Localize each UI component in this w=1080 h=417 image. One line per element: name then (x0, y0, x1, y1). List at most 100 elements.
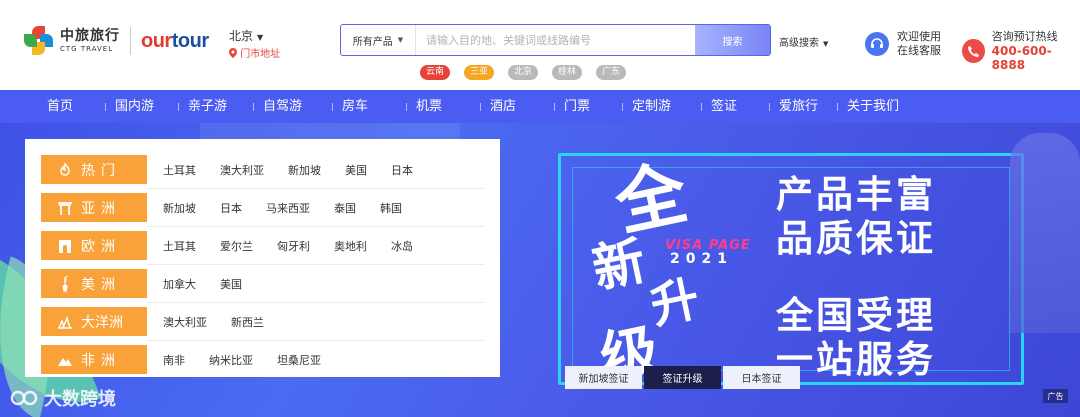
nav-item[interactable]: 国内游 (115, 90, 154, 123)
nav-item[interactable]: 房车 (342, 90, 368, 123)
hot-tag[interactable]: 云南 (420, 65, 451, 80)
country-link[interactable]: 美国 (220, 276, 242, 292)
nav-item[interactable]: 签证 (711, 90, 737, 123)
country-link[interactable]: 新西兰 (231, 314, 264, 330)
slogan-line3: 全国受理 (776, 294, 936, 337)
region-label: 亚洲 (81, 200, 121, 217)
nav-item[interactable]: 机票 (416, 90, 442, 123)
search-button[interactable]: 搜索 (695, 25, 770, 55)
caret-down-icon: ▼ (397, 36, 404, 44)
hot-tag[interactable]: 三亚 (464, 65, 495, 80)
country-list: 加拿大 美国 (163, 276, 266, 292)
online-service[interactable]: 欢迎使用 在线客服 (865, 30, 941, 58)
search-category-select[interactable]: 所有产品 ▼ (341, 25, 416, 55)
region-label: 热门 (81, 162, 121, 179)
nav-divider (253, 103, 254, 111)
country-link[interactable]: 韩国 (380, 200, 402, 216)
site-logo[interactable]: 中旅旅行 CTG TRAVEL ourtour (24, 26, 209, 56)
country-link[interactable]: 南非 (163, 352, 185, 368)
banner-tab[interactable]: 签证升级 (644, 366, 721, 389)
row-divider (147, 226, 484, 227)
country-link[interactable]: 土耳其 (163, 238, 196, 254)
logo-brand-b: tour (171, 29, 209, 52)
city-selector[interactable]: 北京 ▼ (229, 27, 263, 44)
nav-item[interactable]: 自驾游 (263, 90, 302, 123)
city-label: 北京 (229, 29, 254, 43)
visa-region-row: 亚洲 新加坡 日本 马来西亚 泰国 韩国 (41, 193, 426, 222)
hotline-label: 咨询预订热线 (991, 30, 1058, 43)
nav-divider (701, 103, 702, 111)
country-list: 澳大利亚 新西兰 (163, 314, 288, 330)
hero-banner: 热门 土耳其 澳大利亚 新加坡 美国 日本 亚洲 新加坡 日本 马来西亚 泰国 韩国 欧洲 土耳其 爱尔兰匈… (0, 123, 1080, 417)
promo-year: 2021 (670, 251, 733, 267)
hot-tag[interactable]: 广东 (596, 65, 627, 80)
visa-region-panel: 热门 土耳其 澳大利亚 新加坡 美国 日本 亚洲 新加坡 日本 马来西亚 泰国 韩国 欧洲 土耳其 爱尔兰匈… (25, 139, 500, 377)
country-link[interactable]: 马来西亚 (266, 200, 310, 216)
country-link[interactable]: 爱尔兰 (220, 238, 253, 254)
service-line1: 欢迎使用 (897, 30, 941, 43)
search-input[interactable] (416, 25, 695, 55)
caret-down-icon: ▼ (257, 33, 264, 42)
country-link[interactable]: 纳米比亚 (209, 352, 253, 368)
country-link[interactable]: 泰国 (334, 200, 356, 216)
country-link[interactable]: 新加坡 (288, 162, 321, 178)
nav-divider (406, 103, 407, 111)
nav-item[interactable]: 酒店 (490, 90, 516, 123)
region-tag[interactable]: 热门 (41, 155, 147, 184)
hot-tag[interactable]: 北京 (508, 65, 539, 80)
country-link[interactable]: 日本 (220, 200, 242, 216)
ctg-logo-icon (24, 26, 54, 56)
region-label: 美洲 (81, 276, 121, 293)
advanced-search-label: 高级搜索 (779, 38, 819, 49)
country-link[interactable]: 匈牙利 (277, 238, 310, 254)
ad-badge: 广告 (1043, 389, 1068, 403)
country-link[interactable]: 澳大利亚 (163, 314, 207, 330)
region-tag[interactable]: 欧洲 (41, 231, 147, 260)
watermark-logo-icon (10, 390, 38, 406)
hotline-number: 400-600-8888 (991, 44, 1052, 72)
nav-divider (105, 103, 106, 111)
search-category-label: 所有产品 (352, 36, 393, 48)
nav-item[interactable]: 首页 (47, 90, 73, 123)
country-link[interactable]: 加拿大 (163, 276, 196, 292)
slogan-line1: 产品丰富 (776, 173, 936, 216)
country-link[interactable]: 日本 (391, 162, 413, 178)
banner-tabs: 新加坡签证 签证升级 日本签证 (565, 366, 802, 389)
nav-divider (837, 103, 838, 111)
nav-item[interactable]: 亲子游 (188, 90, 227, 123)
nav-item[interactable]: 关于我们 (847, 90, 899, 123)
nav-item[interactable]: 定制游 (632, 90, 671, 123)
region-label: 非洲 (81, 352, 121, 369)
arc-de-triomphe-icon (59, 239, 71, 253)
service-line2: 在线客服 (897, 44, 941, 57)
hot-tag[interactable]: 桂林 (552, 65, 583, 80)
region-tag[interactable]: 美洲 (41, 269, 147, 298)
pyramid-icon (58, 357, 72, 366)
country-list: 南非 纳米比亚 坦桑尼亚 (163, 352, 345, 368)
region-tag[interactable]: 大洋洲 (41, 307, 147, 336)
visa-region-row: 大洋洲 澳大利亚 新西兰 (41, 307, 288, 336)
country-link[interactable]: 坦桑尼亚 (277, 352, 321, 368)
country-link[interactable]: 奥地利 (334, 238, 367, 254)
visa-region-row: 热门 土耳其 澳大利亚 新加坡 美国 日本 (41, 155, 437, 184)
nav-item[interactable]: 爱旅行 (779, 90, 818, 123)
nav-item[interactable]: 门票 (564, 90, 590, 123)
row-divider (147, 188, 484, 189)
region-tag[interactable]: 非洲 (41, 345, 147, 374)
country-list: 土耳其 爱尔兰 匈牙利 奥地利 冰岛 (163, 238, 437, 254)
banner-tab[interactable]: 日本签证 (723, 366, 800, 389)
country-link[interactable]: 冰岛 (391, 238, 413, 254)
country-link[interactable]: 澳大利亚 (220, 162, 264, 178)
banner-tab[interactable]: 新加坡签证 (565, 366, 642, 389)
row-divider (147, 264, 484, 265)
country-link[interactable]: 美国 (345, 162, 367, 178)
logo-divider (130, 27, 131, 55)
country-link[interactable]: 新加坡 (163, 200, 196, 216)
advanced-search-link[interactable]: 高级搜索 ▼ (779, 34, 828, 49)
decorative-cloud (200, 123, 460, 139)
ourtour-logo: ourtour (141, 30, 209, 53)
nav-divider (622, 103, 623, 111)
country-link[interactable]: 土耳其 (163, 162, 196, 178)
region-tag[interactable]: 亚洲 (41, 193, 147, 222)
store-address-link[interactable]: 门市地址 (229, 45, 280, 60)
